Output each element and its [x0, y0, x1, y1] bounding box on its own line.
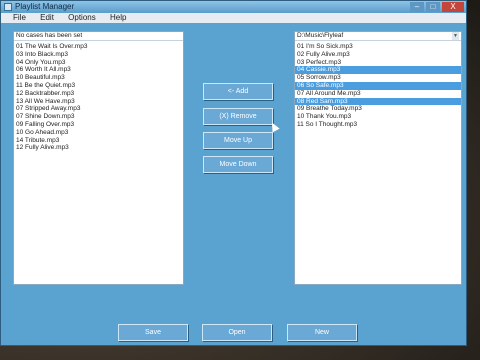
playlist-item[interactable]: 11 Be the Quiet.mp3	[14, 82, 183, 90]
playlist-item[interactable]: 10 Beautiful.mp3	[14, 74, 183, 82]
playlist-item[interactable]: 13 All We Have.mp3	[14, 98, 183, 106]
chevron-down-icon[interactable]: ▼	[452, 32, 459, 40]
main-panel: No cases has been set 01 The Wait Is Ove…	[9, 24, 462, 341]
playlist-item[interactable]: 03 Into Black.mp3	[14, 51, 183, 59]
minimize-button[interactable]: –	[410, 2, 424, 12]
menu-help[interactable]: Help	[110, 13, 126, 23]
playlist-item[interactable]: 06 Worth It All.mp3	[14, 66, 183, 74]
app-icon	[4, 3, 12, 11]
library-item[interactable]: 02 Fully Alive.mp3	[295, 51, 461, 59]
library-rows: 01 I'm So Sick.mp3 02 Fully Alive.mp3 03 P…	[295, 41, 461, 129]
library-item[interactable]: 03 Perfect.mp3	[295, 59, 461, 67]
library-item[interactable]: 10 Thank You.mp3	[295, 113, 461, 121]
playlist-item[interactable]: 10 Go Ahead.mp3	[14, 129, 183, 137]
add-button[interactable]: <- Add	[203, 83, 273, 100]
menu-options[interactable]: Options	[68, 13, 96, 23]
playlist-list[interactable]: No cases has been set 01 The Wait Is Ove…	[13, 31, 184, 285]
move-up-button[interactable]: Move Up	[203, 132, 273, 149]
library-item[interactable]: 11 So I Thought.mp3	[295, 121, 461, 129]
remove-button[interactable]: (X) Remove	[203, 108, 273, 125]
playlist-item[interactable]: 09 Falling Over.mp3	[14, 121, 183, 129]
playlist-rows: 01 The Wait Is Over.mp3 03 Into Black.mp3…	[14, 41, 183, 152]
playlist-item[interactable]: 07 Shine Down.mp3	[14, 113, 183, 121]
window-title: Playlist Manager	[15, 2, 75, 11]
library-item[interactable]: 05 Sorrow.mp3	[295, 74, 461, 82]
save-button[interactable]: Save	[118, 324, 188, 341]
folder-path[interactable]: D:\Music\Flyleaf ▼	[295, 32, 461, 41]
playlist-header: No cases has been set	[14, 32, 183, 41]
library-item[interactable]: 04 Cassie.mp3	[295, 66, 461, 75]
maximize-button[interactable]: □	[426, 2, 440, 12]
library-item[interactable]: 06 So Safe.mp3	[295, 81, 461, 90]
folder-path-text: D:\Music\Flyleaf	[297, 32, 344, 39]
library-item[interactable]: 01 I'm So Sick.mp3	[295, 43, 461, 51]
library-list[interactable]: D:\Music\Flyleaf ▼ 01 I'm So Sick.mp3 02 …	[294, 31, 462, 285]
menu-bar: File Edit Options Help	[1, 13, 466, 23]
library-item[interactable]: 09 Breathe Today.mp3	[295, 105, 461, 113]
playlist-item[interactable]: 01 The Wait Is Over.mp3	[14, 43, 183, 51]
title-bar[interactable]: Playlist Manager – □ X	[1, 1, 466, 13]
close-button[interactable]: X	[442, 2, 464, 12]
playlist-item[interactable]: 14 Tribute.mp3	[14, 137, 183, 145]
menu-edit[interactable]: Edit	[40, 13, 54, 23]
playlist-manager-window: Playlist Manager – □ X File Edit Options…	[0, 0, 467, 346]
library-item[interactable]: 08 Red Sam.mp3	[295, 97, 461, 106]
library-item[interactable]: 07 All Around Me.mp3	[295, 90, 461, 98]
playlist-item[interactable]: 07 Stripped Away.mp3	[14, 105, 183, 113]
new-button[interactable]: New	[287, 324, 357, 341]
move-down-button[interactable]: Move Down	[203, 156, 273, 173]
playlist-item[interactable]: 12 Fully Alive.mp3	[14, 144, 183, 152]
menu-file[interactable]: File	[13, 13, 26, 23]
playlist-item[interactable]: 12 Backtrabber.mp3	[14, 90, 183, 98]
mouse-cursor-icon	[268, 120, 280, 133]
playlist-item[interactable]: 04 Only You.mp3	[14, 59, 183, 67]
open-button[interactable]: Open	[202, 324, 272, 341]
